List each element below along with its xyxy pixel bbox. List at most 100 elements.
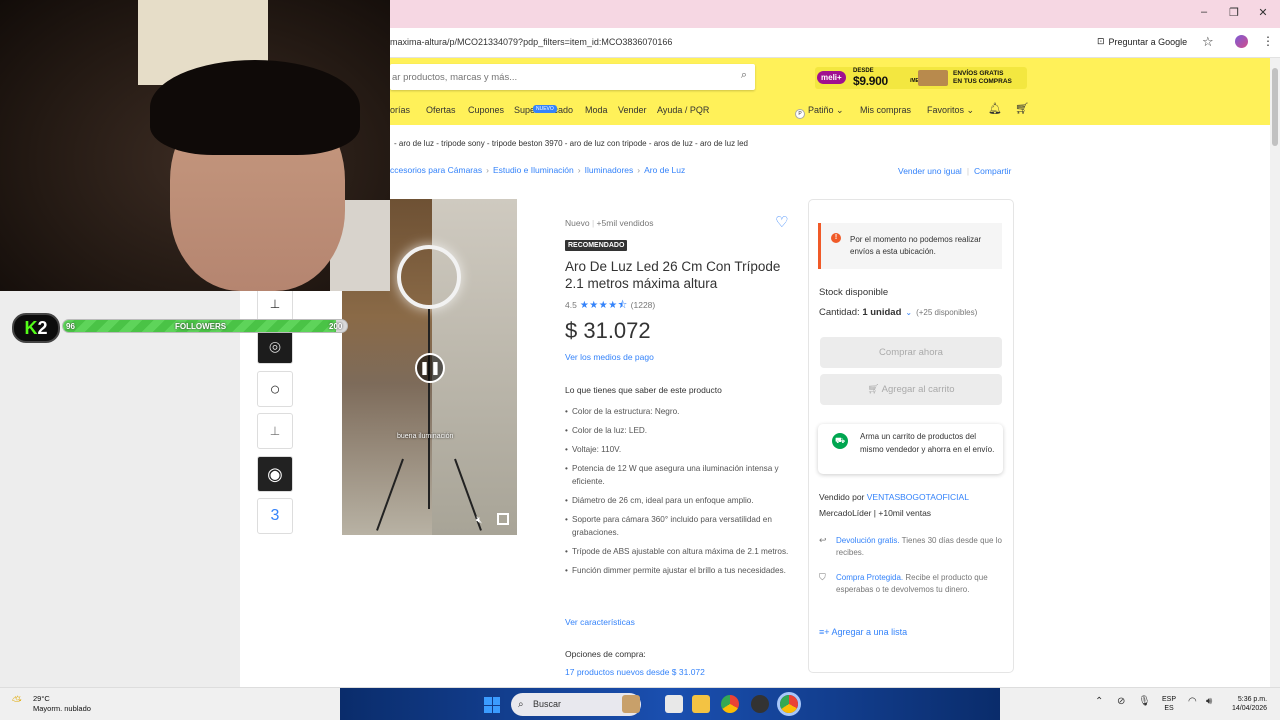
breadcrumb-item[interactable]: Iluminadores (585, 165, 634, 175)
quantity-selector[interactable]: Cantidad: 1 unidad ⌄ (+25 disponibles) (819, 307, 977, 318)
meli-plus-promo[interactable]: meli+ DESDE $9.900 /MES ENVÍOS GRATIS EN … (815, 67, 1027, 89)
microphone-icon[interactable]: 🎙︎ (1138, 696, 1151, 707)
gallery-thumb[interactable]: ◉ (257, 456, 293, 492)
favorite-heart-icon[interactable]: ♡ (775, 213, 788, 231)
url-field[interactable]: maxima-altura/p/MCO21334079?pdp_filters=… (390, 37, 672, 47)
return-link[interactable]: Devolución gratis. (836, 536, 900, 545)
nav-cupones[interactable]: Cupones (468, 105, 504, 115)
taskbar-app-icon[interactable] (622, 695, 640, 713)
scrollbar-thumb[interactable] (1272, 68, 1278, 146)
purchase-options-link[interactable]: 17 productos nuevos desde $ 31.072 (565, 667, 705, 677)
search-box: ⌕ (390, 64, 755, 90)
task-view-icon[interactable] (665, 695, 683, 713)
cart-tip-text: Arma un carrito de productos del mismo v… (860, 432, 995, 454)
nav-categorias[interactable]: orías (390, 105, 410, 115)
nav-ayuda[interactable]: Ayuda / PQR (657, 105, 709, 115)
breadcrumb-separator: › (637, 165, 641, 175)
product-price: $ 31.072 (565, 318, 651, 343)
clock[interactable]: 5:36 p.m. 14/04/2026 (1232, 695, 1267, 713)
mute-icon[interactable]: 🔇︎ (476, 515, 482, 526)
feature-item: Diámetro de 26 cm, ideal para un enfoque… (565, 494, 790, 507)
followers-progress-bar: 96 FOLLOWERS 200 (62, 319, 348, 333)
add-to-list-link[interactable]: ≡+ Agregar a una lista (819, 627, 907, 637)
compartir-link[interactable]: Compartir (974, 166, 1011, 176)
user-name: Patiño (808, 105, 834, 115)
gallery-thumb[interactable]: 3 (257, 498, 293, 534)
meli-plus-logo: meli+ (817, 71, 846, 84)
menu-kebab-icon[interactable]: ⋮ (1262, 34, 1274, 48)
windows-start-icon[interactable] (484, 697, 500, 713)
site-header: ⌕ meli+ DESDE $9.900 /MES ENVÍOS GRATISE… (390, 58, 1272, 125)
tray-chevron-icon[interactable]: ⌃ (1095, 696, 1103, 707)
close-button[interactable]: ✕ (1255, 6, 1271, 19)
kick-logo-2: 2 (37, 318, 48, 338)
search-input[interactable] (390, 64, 725, 90)
feature-item: Voltaje: 110V. (565, 443, 790, 456)
nav-ofertas[interactable]: Ofertas (426, 105, 456, 115)
condition-text: Nuevo (565, 218, 590, 228)
search-icon: ⌕ (518, 699, 524, 710)
tripod-icon: ⊥ (269, 424, 281, 438)
related-searches[interactable]: - aro de luz - tripode sony - tripode be… (394, 139, 748, 148)
file-explorer-icon[interactable] (692, 695, 710, 713)
ask-google-button[interactable]: ⊡ Preguntar a Google (1097, 36, 1187, 47)
network-icon[interactable]: ⊘ (1117, 696, 1125, 707)
add-to-cart-button[interactable]: 🛒︎ Agregar al carrito (820, 374, 1002, 405)
user-avatar: P (795, 109, 805, 119)
nuevo-badge: NUEVO (533, 105, 557, 113)
buy-now-button[interactable]: Comprar ahora (820, 337, 1002, 368)
gallery-thumb[interactable]: ○ (257, 371, 293, 407)
cloud-sun-icon: ⛅︎ (12, 694, 22, 708)
screen: – ❐ ✕ maxima-altura/p/MCO21334079?pdp_fi… (0, 0, 1280, 720)
favoritos-menu[interactable]: Favoritos ⌄ (927, 105, 974, 116)
bell-icon[interactable]: 🔔︎ (988, 102, 1002, 115)
chrome-active-icon[interactable] (780, 695, 798, 713)
wifi-icon[interactable]: ◠ (1188, 696, 1197, 707)
cart-icon[interactable]: 🛒︎ (1015, 102, 1029, 115)
mis-compras-link[interactable]: Mis compras (860, 105, 911, 115)
followers-label: FOLLOWERS (175, 322, 227, 331)
language-indicator[interactable]: ESP ES (1162, 695, 1176, 713)
restore-button[interactable]: ❐ (1226, 6, 1242, 19)
feature-item: Color de la luz: LED. (565, 424, 790, 437)
breadcrumb-item[interactable]: Estudio e Iluminación (493, 165, 574, 175)
promo-envios-line2: EN TUS COMPRAS (953, 77, 1012, 85)
profile-avatar[interactable] (1235, 35, 1248, 48)
weather-condition: Mayorm. nublado (33, 704, 91, 713)
obs-icon[interactable] (751, 695, 769, 713)
nav-vender[interactable]: Vender (618, 105, 647, 115)
taskbar-search-label: Buscar (533, 699, 562, 709)
lang-bottom: ES (1164, 705, 1174, 712)
volume-icon[interactable]: 🔊︎ (1206, 696, 1212, 707)
breadcrumb-item[interactable]: ccesorios para Cámaras (390, 165, 482, 175)
fullscreen-icon[interactable] (497, 513, 509, 525)
user-menu[interactable]: P Patiño ⌄ (795, 105, 844, 119)
see-features-link[interactable]: Ver características (565, 617, 635, 627)
gallery-thumb[interactable]: ⊥ (257, 413, 293, 449)
minimize-button[interactable]: – (1196, 6, 1212, 18)
pause-icon[interactable]: ❚❚ (415, 353, 445, 383)
rating[interactable]: 4.5 ★★★★⯪ (1228) (565, 298, 655, 315)
payment-methods-link[interactable]: Ver los medios de pago (565, 352, 654, 362)
product-condition: Nuevo | +5mil vendidos (565, 218, 653, 228)
chevron-down-icon: ⌄ (905, 308, 913, 317)
search-icon[interactable]: ⌕ (741, 69, 747, 82)
tripod-leg (376, 458, 404, 531)
video-caption: buena iluminación (397, 433, 454, 440)
followers-goal-widget: K2 96 FOLLOWERS 200 (12, 313, 350, 343)
lens-icon: ⊡ (1097, 36, 1105, 46)
return-text: Devolución gratis. Tienes 30 días desde … (836, 535, 1006, 559)
vender-uno-igual-link[interactable]: Vender uno igual (898, 166, 962, 176)
seller-name-link[interactable]: VENTASBOGOTAOFICIAL (867, 492, 969, 502)
breadcrumb-item[interactable]: Aro de Luz (644, 165, 685, 175)
streamer-hair (150, 60, 360, 155)
followers-current: 96 (66, 322, 75, 331)
protect-link[interactable]: Compra Protegida. (836, 573, 903, 582)
breadcrumb-separator: › (577, 165, 581, 175)
chrome-icon[interactable] (721, 695, 739, 713)
page-scrollbar[interactable] (1270, 58, 1280, 687)
nav-moda[interactable]: Moda (585, 105, 608, 115)
lang-top: ESP (1162, 696, 1177, 703)
features-heading: Lo que tienes que saber de este producto (565, 385, 722, 395)
bookmark-star-icon[interactable]: ☆ (1202, 34, 1214, 50)
